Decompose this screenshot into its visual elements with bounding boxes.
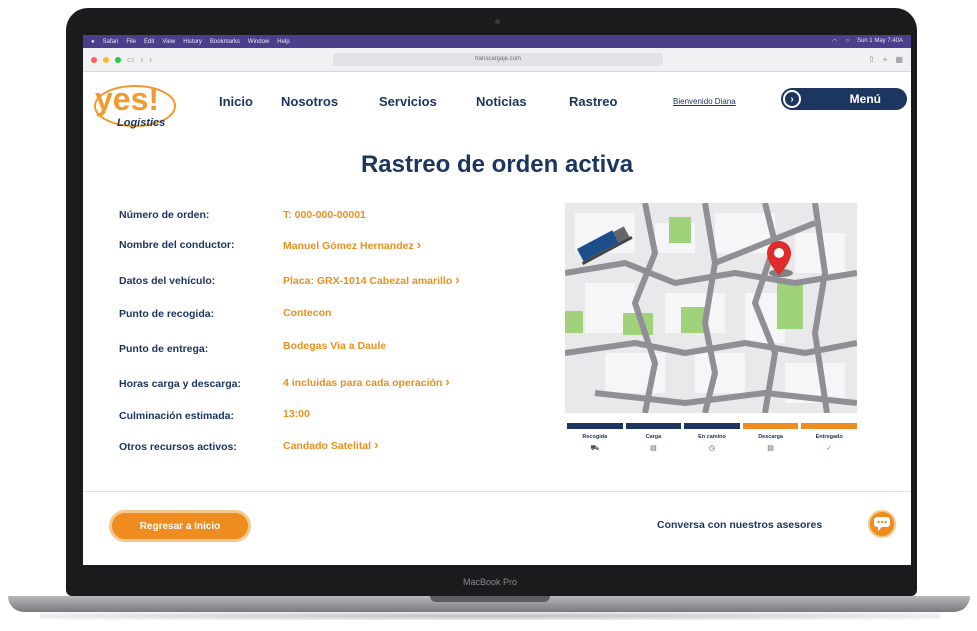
page-title: Rastreo de orden activa [360, 151, 634, 178]
chat-prompt[interactable]: Conversa con nuestros asesores [657, 519, 822, 531]
label-hours: Horas carga y descarga: [119, 378, 241, 390]
site-header: yes! Logistics Inicio Nosotros Servicios… [83, 72, 911, 134]
back-icon[interactable]: ‹ [141, 55, 144, 64]
chevron-right-icon: › [374, 437, 379, 452]
chat-button[interactable] [868, 510, 896, 538]
value-estimated: 13:00 [283, 408, 310, 420]
screen: ● Safari File Edit View History Bookmark… [83, 35, 911, 565]
minimize-window-button[interactable] [103, 56, 109, 63]
value-driver[interactable]: Manuel Gómez Hernandez › [283, 237, 421, 252]
toolbar-actions: ⇧ + ▦ [868, 55, 903, 64]
browser-toolbar: ▭ ‹ › transcargaje.com ⇧ + ▦ [83, 48, 911, 72]
step-bar [742, 423, 799, 429]
value-delivery: Bodegas Via a Daule [283, 340, 387, 352]
menu-item[interactable]: File [126, 39, 136, 45]
laptop-mockup: MacBook Pro ● Safari File Edit View Hist… [0, 0, 977, 631]
logo-subtext: Logistics [117, 117, 165, 129]
yes-logistics-logo[interactable]: yes! Logistics [89, 76, 179, 138]
menu-item[interactable]: Help [277, 39, 289, 45]
label-vehicle: Datos del vehículo: [119, 275, 216, 287]
mac-menubar: ● Safari File Edit View History Bookmark… [83, 35, 911, 48]
back-to-home-button[interactable]: Regresar a Inicio [109, 510, 251, 542]
truck-icon: ⛟ [590, 445, 600, 452]
unloading-icon: ▤ [767, 445, 774, 452]
step-descarga: Descarga ▤ [742, 423, 799, 453]
step-bar [567, 423, 623, 429]
label-driver: Nombre del conductor: [119, 239, 235, 251]
menu-item[interactable]: View [162, 39, 175, 45]
nav-rastreo[interactable]: Rastreo [569, 94, 617, 109]
menubar-status: ◠ ○ Sun 1 May 7:40A [832, 38, 903, 45]
chat-bubble-icon [874, 517, 890, 531]
nav-inicio[interactable]: Inicio [219, 94, 253, 109]
order-progress: Recogida ⛟ Carga ▤ En camino ◷ Descarga … [567, 423, 857, 453]
wifi-icon[interactable]: ◠ [832, 38, 837, 45]
step-bar [684, 423, 740, 429]
menubar-clock[interactable]: Sun 1 May 7:40A [857, 38, 903, 45]
footer-divider [83, 491, 911, 492]
chevron-right-icon: › [416, 237, 422, 252]
laptop-shadow [40, 612, 940, 620]
nav-noticias[interactable]: Noticias [476, 94, 527, 109]
label-delivery: Punto de entrega: [119, 343, 209, 355]
step-entregado: Entregado ✓ [801, 423, 857, 453]
step-bar [801, 423, 857, 429]
forward-icon[interactable]: › [149, 55, 152, 64]
menu-item[interactable]: History [183, 39, 202, 45]
zoom-window-button[interactable] [115, 56, 121, 63]
value-resources[interactable]: Candado Satelital › [283, 437, 378, 452]
label-order-number: Número de orden: [119, 209, 210, 221]
check-icon: ✓ [826, 445, 833, 452]
address-bar[interactable]: transcargaje.com [333, 53, 663, 66]
welcome-link[interactable]: Bienvenido Diana [673, 97, 736, 106]
loading-icon: ▤ [650, 445, 657, 452]
nav-servicios[interactable]: Servicios [379, 94, 437, 109]
sidebar-icon[interactable]: ▭ [127, 55, 135, 64]
device-label: MacBook Pro [462, 577, 518, 587]
step-en-camino: En camino ◷ [684, 423, 740, 453]
laptop-notch [430, 596, 550, 602]
label-pickup: Punto de recogida: [119, 308, 215, 320]
value-order-number: T: 000-000-00001 [283, 209, 366, 221]
menu-item[interactable]: Bookmarks [210, 39, 240, 45]
menu-button-label: Menú [849, 92, 881, 106]
step-label: Entregado [815, 434, 843, 440]
chevron-right-icon: › [783, 90, 801, 108]
menu-item[interactable]: Window [248, 39, 269, 45]
step-recogida: Recogida ⛟ [567, 423, 623, 453]
label-estimated: Culminación estimada: [119, 410, 234, 422]
step-carga: Carga ▤ [625, 423, 682, 453]
step-label: Carga [645, 434, 662, 440]
nav-nosotros[interactable]: Nosotros [281, 94, 338, 109]
chevron-right-icon: › [455, 272, 460, 287]
tabs-overview-icon[interactable]: ▦ [895, 55, 903, 64]
route-icon: ◷ [708, 445, 716, 452]
chevron-right-icon: › [445, 374, 450, 389]
apple-icon[interactable]: ● [91, 39, 95, 45]
menu-item[interactable]: Edit [144, 39, 154, 45]
label-resources: Otros recursos activos: [119, 441, 237, 453]
share-icon[interactable]: ⇧ [868, 55, 875, 64]
search-icon[interactable]: ○ [845, 38, 849, 45]
value-hours[interactable]: 4 incluidas para cada operación › [283, 374, 450, 389]
tracking-map[interactable] [565, 203, 857, 413]
step-label: Recogida [582, 434, 608, 440]
step-bar [625, 423, 682, 429]
step-label: Descarga [758, 434, 783, 440]
close-window-button[interactable] [91, 56, 97, 63]
camera-icon [495, 19, 500, 24]
value-pickup: Contecon [283, 307, 332, 319]
menu-button[interactable]: › Menú [781, 88, 907, 110]
value-vehicle[interactable]: Placa: GRX-1014 Cabezal amarillo › [283, 272, 460, 287]
menu-item[interactable]: Safari [103, 39, 119, 45]
logo-text: yes! [95, 81, 159, 117]
step-label: En camino [698, 434, 726, 440]
new-tab-icon[interactable]: + [883, 55, 888, 64]
